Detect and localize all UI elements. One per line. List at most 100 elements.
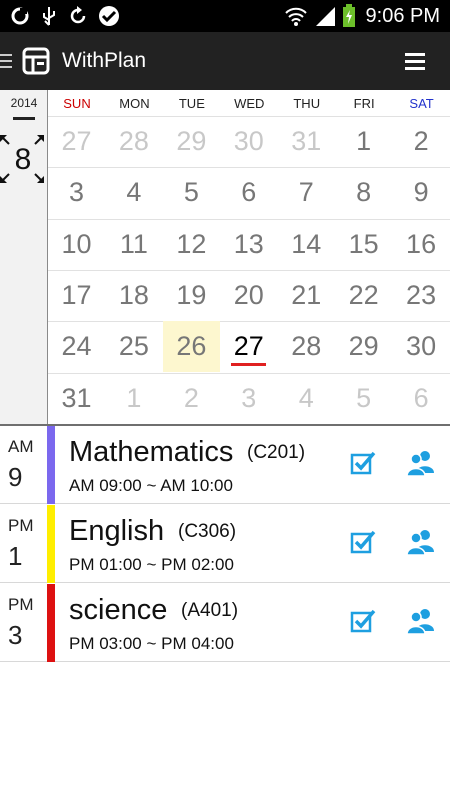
day-cell[interactable]: 2 — [393, 116, 450, 167]
group-icon[interactable] — [406, 607, 436, 635]
day-cell[interactable]: 31 — [278, 116, 335, 167]
sync-icon — [11, 7, 29, 25]
day-cell[interactable]: 28 — [105, 116, 162, 167]
day-cell[interactable]: 6 — [393, 373, 450, 424]
wifi-icon — [284, 7, 307, 26]
usb-icon — [43, 7, 55, 26]
day-cell[interactable]: 5 — [335, 373, 392, 424]
refresh-icon — [70, 6, 86, 24]
day-cell[interactable]: 10 — [48, 219, 105, 270]
event-ampm: PM — [8, 595, 34, 614]
month-grid: 27 28 29 30 31 1 2 3 4 5 6 7 8 9 10 11 12 13 14 15 16 17 18 19 2… — [48, 116, 450, 424]
weekday-thu: THU — [293, 96, 321, 111]
day-cell[interactable]: 6 — [220, 167, 277, 218]
day-cell[interactable]: 29 — [163, 116, 220, 167]
day-cell[interactable]: 27 — [220, 321, 277, 372]
event-subject: Mathematics — [69, 436, 234, 468]
day-cell[interactable]: 27 — [48, 116, 105, 167]
day-cell[interactable]: 13 — [220, 219, 277, 270]
day-cell[interactable]: 28 — [278, 321, 335, 372]
year-underline — [13, 117, 35, 120]
day-cell[interactable]: 4 — [278, 373, 335, 424]
day-cell[interactable]: 29 — [335, 321, 392, 372]
day-cell[interactable]: 22 — [335, 270, 392, 321]
day-cell[interactable]: 16 — [393, 219, 450, 270]
day-cell[interactable]: 30 — [393, 321, 450, 372]
event-row[interactable]: AM 9 Mathematics (C201) AM 09:00 ~ AM 10:00 — [0, 426, 450, 504]
today-indicator — [231, 363, 267, 367]
month-number: 8 — [14, 143, 32, 176]
battery-charging-icon — [342, 4, 355, 27]
day-cell[interactable]: 14 — [278, 219, 335, 270]
event-color-band — [47, 505, 55, 583]
event-hour: 1 — [8, 541, 23, 571]
day-cell[interactable]: 31 — [48, 373, 105, 424]
event-hour: 9 — [8, 462, 23, 492]
event-subject: English — [69, 515, 165, 547]
expand-arrow-icon — [0, 173, 10, 183]
event-color-band — [47, 426, 55, 504]
weekday-tue: TUE — [178, 96, 205, 111]
day-cell[interactable]: 17 — [48, 270, 105, 321]
calendar-layout-icon[interactable] — [22, 47, 50, 75]
checkbox-icon[interactable] — [350, 450, 376, 476]
day-cell[interactable]: 8 — [335, 167, 392, 218]
drawer-icon[interactable] — [0, 53, 12, 69]
checkbox-icon[interactable] — [350, 608, 376, 634]
event-time: AM 09:00 ~ AM 10:00 — [69, 476, 233, 495]
day-cell[interactable]: 5 — [163, 167, 220, 218]
expand-arrow-icon — [34, 173, 44, 183]
weekday-wed: WED — [234, 96, 265, 111]
day-cell[interactable]: 23 — [393, 270, 450, 321]
event-hour: 3 — [8, 620, 23, 650]
checkbox-icon[interactable] — [350, 529, 376, 555]
check-circle-icon — [99, 6, 119, 26]
weekday-fri: FRI — [353, 96, 375, 111]
app-title: WithPlan — [62, 49, 147, 72]
day-cell[interactable]: 15 — [335, 219, 392, 270]
event-row[interactable]: PM 1 English (C306) PM 01:00 ~ PM 02:00 — [0, 505, 450, 583]
event-row[interactable]: PM 3 science (A401) PM 03:00 ~ PM 04:00 — [0, 584, 450, 662]
day-cell[interactable]: 9 — [393, 167, 450, 218]
day-cell[interactable]: 21 — [278, 270, 335, 321]
status-time: 9:06 PM — [365, 4, 440, 27]
day-cell[interactable]: 30 — [220, 116, 277, 167]
day-cell[interactable]: 24 — [48, 321, 105, 372]
day-cell[interactable]: 20 — [220, 270, 277, 321]
day-cell[interactable]: 11 — [105, 219, 162, 270]
day-cell[interactable]: 19 — [163, 270, 220, 321]
event-ampm: PM — [8, 516, 34, 535]
calendar: 2014 8 SUN MON TUE WED THU FRI SAT 27 28 29 30 31 1… — [0, 90, 450, 425]
day-cell[interactable]: 2 — [163, 373, 220, 424]
event-room: (C201) — [247, 442, 306, 463]
event-time: PM 01:00 ~ PM 02:00 — [69, 555, 234, 574]
day-cell[interactable]: 4 — [105, 167, 162, 218]
app-bar: WithPlan — [0, 32, 450, 90]
event-room: (A401) — [181, 600, 239, 621]
day-cell[interactable]: 3 — [48, 167, 105, 218]
weekday-mon: MON — [119, 96, 150, 111]
weekday-sat: SAT — [409, 96, 434, 111]
day-cell[interactable]: 1 — [335, 116, 392, 167]
event-time: PM 03:00 ~ PM 04:00 — [69, 634, 234, 653]
day-cell[interactable]: 7 — [278, 167, 335, 218]
day-cell[interactable]: 1 — [105, 373, 162, 424]
weekday-sun: SUN — [63, 96, 91, 111]
year-label: 2014 — [10, 96, 38, 110]
day-cell[interactable]: 3 — [220, 373, 277, 424]
day-cell[interactable]: 18 — [105, 270, 162, 321]
month-selector[interactable]: 8 — [0, 135, 46, 183]
group-icon[interactable] — [406, 528, 436, 556]
event-room: (C306) — [178, 521, 237, 542]
day-cell[interactable]: 26 — [162, 321, 220, 373]
group-icon[interactable] — [406, 449, 436, 477]
day-cell[interactable]: 12 — [163, 219, 220, 270]
day-cell[interactable]: 25 — [105, 321, 162, 372]
hamburger-icon[interactable] — [405, 52, 425, 70]
event-ampm: AM — [8, 437, 34, 456]
year-month-column: 2014 8 — [0, 90, 48, 425]
status-bar: 9:06 PM — [0, 0, 450, 32]
event-subject: science — [69, 594, 168, 626]
signal-icon — [315, 7, 335, 26]
event-color-band — [47, 584, 55, 662]
